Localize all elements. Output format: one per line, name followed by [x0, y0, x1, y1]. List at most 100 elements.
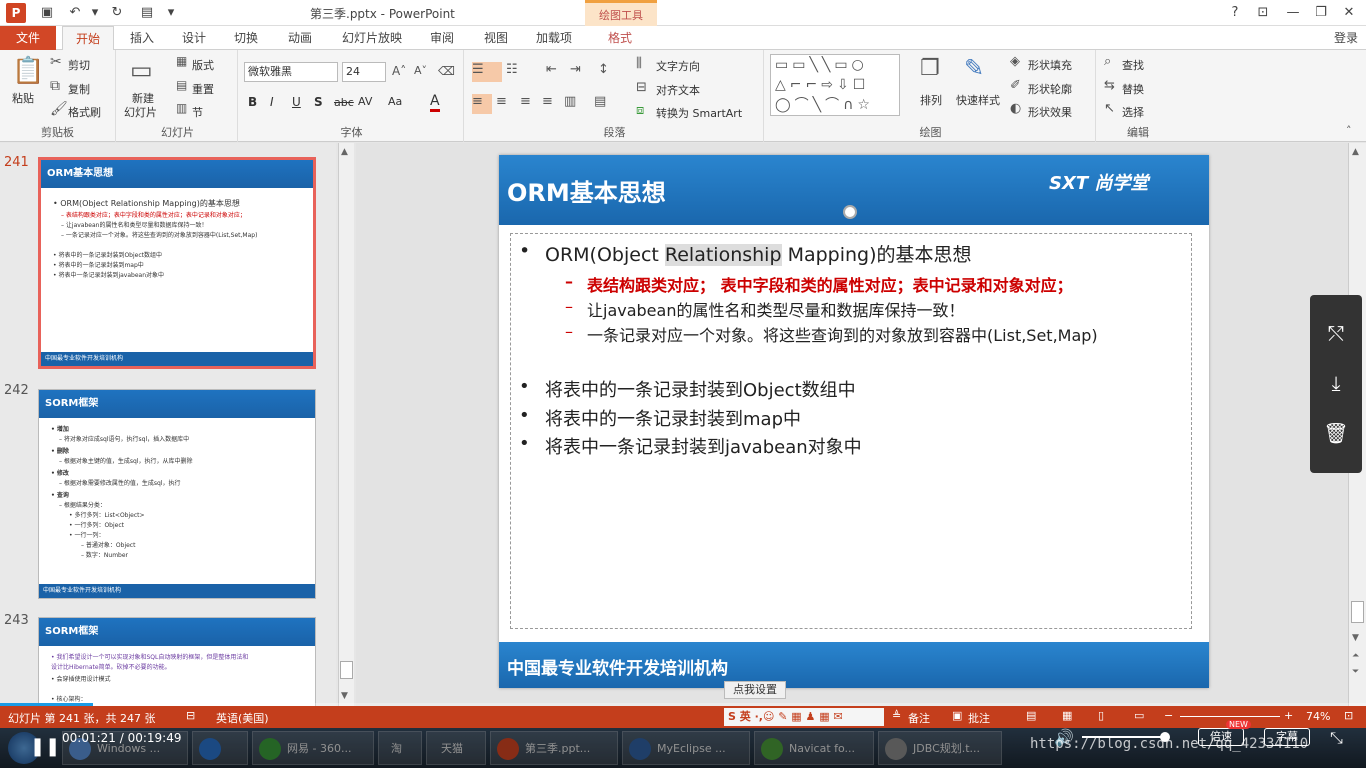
help-button[interactable]: ? — [1222, 3, 1248, 23]
notes-icon[interactable]: ≜ — [892, 709, 901, 722]
current-slide[interactable]: ORM基本思想 SXT 尚学堂 ORM(Object Relationship … — [499, 155, 1209, 688]
tab-format[interactable]: 格式 — [592, 26, 648, 50]
cut-icon[interactable]: ✂ — [50, 54, 62, 70]
format-painter-icon[interactable]: 🖌 — [50, 101, 68, 117]
customize-toolbar-icon[interactable]: ▾ — [162, 4, 180, 22]
shape-fill-button[interactable]: 形状填充 — [1028, 57, 1072, 73]
slide-sorter-icon[interactable]: ▦ — [1062, 709, 1072, 722]
select-button[interactable]: 选择 — [1122, 104, 1144, 120]
replace-button[interactable]: 替换 — [1122, 81, 1144, 97]
shapes-gallery[interactable]: ▭▭╲╲▭○ △⌐⌐⇨⇩☐ ◯⌒╲⌒∩☆ — [770, 54, 900, 116]
shape-effects-icon[interactable]: ◐ — [1010, 101, 1021, 116]
quick-styles-icon[interactable]: ✎ — [964, 54, 984, 82]
layout-icon[interactable]: ▦ — [176, 54, 187, 68]
quick-styles-button[interactable]: 快速样式 — [956, 92, 1000, 108]
sub-bullet-2[interactable]: 让javabean的属性名和类型尽量和数据库保持一致！ — [565, 297, 965, 321]
shadow-button[interactable]: S — [314, 95, 323, 109]
bullet-map[interactable]: 将表中的一条记录封装到map中 — [519, 405, 801, 431]
format-painter-button[interactable]: 格式刷 — [68, 104, 101, 120]
reset-icon[interactable]: ▤ — [176, 78, 187, 92]
tab-home[interactable]: 开始 — [62, 26, 114, 50]
strikethrough-button[interactable]: abc — [334, 96, 354, 109]
copy-button[interactable]: 复制 — [68, 81, 90, 97]
spellcheck-icon[interactable]: ⊟ — [186, 709, 195, 722]
normal-view-icon[interactable]: ▤ — [1026, 709, 1036, 722]
next-slide-icon[interactable]: ⏷ — [1352, 667, 1359, 677]
copy-icon[interactable]: ⧉ — [50, 78, 60, 94]
redo-icon[interactable]: ↻ — [108, 4, 126, 22]
shape-outline-icon[interactable]: ✐ — [1010, 78, 1021, 93]
video-progress-track[interactable] — [0, 703, 1366, 706]
arrange-button[interactable]: 排列 — [920, 92, 942, 108]
tab-file[interactable]: 文件 — [0, 26, 56, 50]
replace-icon[interactable]: ⇆ — [1104, 78, 1115, 93]
scroll-down-icon[interactable]: ▼ — [341, 691, 348, 701]
rotate-handle-icon[interactable] — [843, 205, 857, 219]
tab-insert[interactable]: 插入 — [120, 26, 164, 50]
select-icon[interactable]: ↖ — [1104, 101, 1115, 116]
text-direction-button[interactable]: 文字方向 — [656, 58, 700, 74]
scroll-thumb[interactable] — [1351, 601, 1364, 623]
columns-icon[interactable]: ▤ — [594, 94, 606, 109]
restore-icon[interactable]: ❐ — [1308, 3, 1334, 23]
scroll-up-icon[interactable]: ▲ — [1352, 147, 1359, 157]
paste-icon[interactable]: 📋 — [12, 56, 44, 86]
undo-dropdown-icon[interactable]: ▾ — [86, 4, 104, 22]
settings-tooltip[interactable]: 点我设置 — [724, 681, 786, 699]
fit-slide-icon[interactable]: ⊡ — [1344, 709, 1353, 722]
zoom-in-icon[interactable]: + — [1284, 709, 1293, 722]
new-slide-icon[interactable]: ▭ — [130, 56, 153, 84]
reading-view-icon[interactable]: ▯ — [1098, 709, 1104, 722]
sub-bullet-1[interactable]: 表结构跟类对应； 表中字段和类的属性对应；表中记录和对象对应； — [565, 272, 1073, 296]
tab-addins[interactable]: 加载项 — [528, 26, 580, 50]
slide-thumbnail-pane[interactable]: 241 ORM基本思想 • ORM(Object Relationship Ma… — [0, 143, 336, 706]
numbering-icon[interactable]: ☷ — [506, 62, 518, 77]
tab-view[interactable]: 视图 — [474, 26, 518, 50]
slide-title[interactable]: ORM基本思想 — [507, 173, 666, 208]
paste-button[interactable]: 粘贴 — [12, 90, 34, 106]
new-slide-button-line2[interactable]: 幻灯片 — [124, 104, 157, 120]
bullet-javabean[interactable]: 将表中一条记录封装到javabean对象中 — [519, 433, 862, 459]
comments-button[interactable]: 批注 — [968, 710, 990, 726]
comments-icon[interactable]: ▣ — [952, 709, 962, 722]
find-icon[interactable]: ⌕ — [1104, 54, 1111, 69]
thumbnail-slide-243[interactable]: SORM框架 • 我们希望设计一个可以实现对象和SQL自动映射的框架，但是整体用… — [38, 617, 316, 706]
pause-icon[interactable]: ❚❚ — [30, 736, 60, 757]
delete-icon[interactable]: 🗑 — [1310, 421, 1362, 445]
grow-font-icon[interactable]: A˄ — [392, 64, 406, 78]
justify-icon[interactable]: ≡ — [542, 94, 553, 109]
align-left-icon[interactable]: ≡ — [472, 94, 492, 114]
section-icon[interactable]: ▥ — [176, 101, 187, 115]
download-icon[interactable]: ⤓ — [1310, 371, 1362, 395]
shape-effects-button[interactable]: 形状效果 — [1028, 104, 1072, 120]
text-direction-icon[interactable]: ⫼ — [636, 56, 642, 71]
layout-button[interactable]: 版式 — [192, 57, 214, 73]
align-text-icon[interactable]: ⊟ — [636, 80, 647, 95]
line-spacing-icon[interactable]: ↕ — [598, 62, 609, 77]
ribbon-display-icon[interactable]: ⊡ — [1250, 3, 1276, 23]
share-icon[interactable]: ⤲ — [1310, 321, 1362, 345]
underline-button[interactable]: U — [292, 95, 301, 109]
zoom-out-icon[interactable]: − — [1164, 709, 1173, 722]
distributed-icon[interactable]: ▥ — [564, 94, 576, 109]
previous-slide-icon[interactable]: ⏶ — [1352, 651, 1359, 661]
smartart-icon[interactable]: ⧈ — [636, 103, 644, 118]
increase-indent-icon[interactable]: ⇥ — [570, 62, 581, 77]
zoom-slider[interactable] — [1180, 716, 1280, 717]
align-right-icon[interactable]: ≡ — [520, 94, 531, 109]
bullet-object-array[interactable]: 将表中的一条记录封装到Object数组中 — [519, 376, 856, 402]
align-text-button[interactable]: 对齐文本 — [656, 82, 700, 98]
notes-button[interactable]: 备注 — [908, 710, 930, 726]
zoom-level[interactable]: 74% — [1306, 710, 1330, 723]
smartart-button[interactable]: 转换为 SmartArt — [656, 105, 742, 121]
bullet-orm-heading[interactable]: ORM(Object Relationship Mapping)的基本思想 — [519, 240, 972, 267]
italic-button[interactable]: I — [270, 95, 274, 109]
thumbnail-scrollbar[interactable]: ▲ ▼ — [338, 143, 354, 706]
minimize-icon[interactable]: — — [1280, 3, 1306, 23]
start-slideshow-icon[interactable]: ▤ — [138, 4, 156, 22]
close-icon[interactable]: ✕ — [1336, 3, 1362, 23]
decrease-indent-icon[interactable]: ⇤ — [546, 62, 557, 77]
tab-slideshow[interactable]: 幻灯片放映 — [334, 26, 410, 50]
ime-toolbar[interactable]: S 英 ·,☺ ✎ ▦ ♟ ▦ ✉ — [724, 708, 884, 726]
tab-transitions[interactable]: 切换 — [224, 26, 268, 50]
